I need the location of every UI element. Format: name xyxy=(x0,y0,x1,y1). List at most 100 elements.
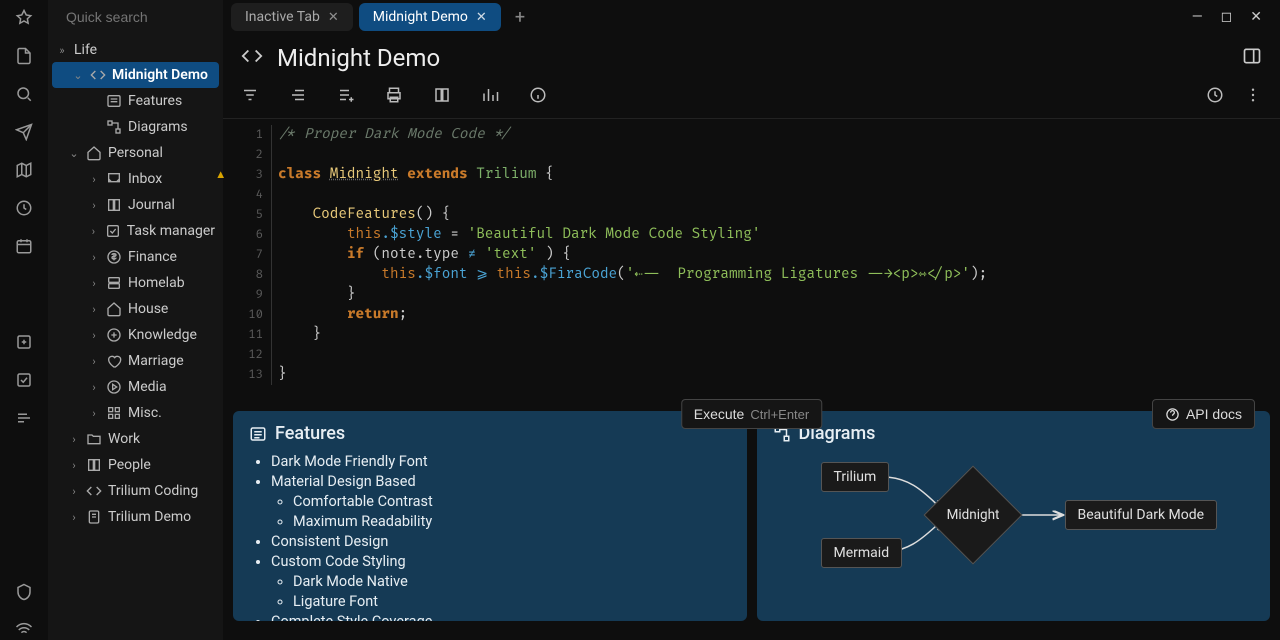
tree-node-features[interactable]: Features xyxy=(48,88,223,114)
execute-button[interactable]: Execute Ctrl+Enter xyxy=(681,399,822,429)
note-toolbar xyxy=(223,80,1280,119)
page-title: Midnight Demo xyxy=(277,44,440,72)
diagram-node-mermaid: Mermaid xyxy=(821,538,903,568)
feature-item: Custom Code StylingDark Mode NativeLigat… xyxy=(271,552,731,612)
chevron-right-icon: › xyxy=(88,329,100,342)
chevron-right-icon: › xyxy=(68,459,80,472)
tree-node-trilium-demo[interactable]: ›Trilium Demo xyxy=(48,504,223,530)
tab-active[interactable]: Midnight Demo ✕ xyxy=(359,3,501,31)
task-add-icon[interactable] xyxy=(14,332,34,352)
tree-node-personal[interactable]: ⌄ Personal xyxy=(48,140,223,166)
tree-node-homelab[interactable]: ›Homelab xyxy=(48,270,223,296)
tree-node-finance[interactable]: ›Finance xyxy=(48,244,223,270)
revisions-icon[interactable] xyxy=(1206,86,1224,108)
line-gutter: ▲ 12345678910111213 xyxy=(241,125,271,385)
search-input[interactable] xyxy=(66,9,247,25)
chevron-down-icon: ⌄ xyxy=(68,147,80,160)
chevron-right-icon: › xyxy=(88,277,100,290)
add-list-icon[interactable] xyxy=(337,86,355,108)
send-icon[interactable] xyxy=(14,122,34,142)
minimize-icon[interactable]: — xyxy=(1192,9,1203,25)
chevron-right-icon: › xyxy=(88,225,99,238)
chevron-right-icon: › xyxy=(88,355,100,368)
close-icon[interactable]: ✕ xyxy=(476,10,487,25)
tree-node-people[interactable]: ›People xyxy=(48,452,223,478)
logo-icon[interactable] xyxy=(14,8,34,28)
tree-node-media[interactable]: ›Media xyxy=(48,374,223,400)
more-icon[interactable] xyxy=(1244,86,1262,108)
wifi-icon[interactable] xyxy=(14,620,34,640)
print-icon[interactable] xyxy=(385,86,403,108)
home-icon xyxy=(86,144,102,162)
new-tab-button[interactable]: + xyxy=(507,3,533,32)
calendar-icon[interactable] xyxy=(14,236,34,256)
chevron-right-icon: › xyxy=(88,173,100,186)
chevron-right-icon: › xyxy=(88,199,100,212)
note-tree: » Life ⌄ Midnight Demo Features Diagrams… xyxy=(48,0,223,640)
chevron-down-icon: ⌄ xyxy=(72,69,84,82)
diagrams-panel: Diagrams Trilium Mermaid Midnight Beauti… xyxy=(757,411,1271,621)
features-panel: Features Dark Mode Friendly FontMaterial… xyxy=(233,411,747,621)
feature-item: Consistent Design xyxy=(271,532,731,552)
filter-icon[interactable] xyxy=(241,86,259,108)
chart-icon[interactable] xyxy=(481,86,499,108)
tree-node-misc.[interactable]: ›Misc. xyxy=(48,400,223,426)
tree-node-midnight-demo[interactable]: ⌄ Midnight Demo xyxy=(52,62,219,88)
tree-root-life[interactable]: » Life xyxy=(48,38,223,62)
close-icon[interactable]: ✕ xyxy=(328,10,339,25)
chevron-double-icon: » xyxy=(56,44,68,57)
chevron-right-icon: › xyxy=(88,251,100,264)
tree-node-work[interactable]: ›Work xyxy=(48,426,223,452)
tree-node-house[interactable]: ›House xyxy=(48,296,223,322)
history-icon[interactable] xyxy=(14,198,34,218)
list-icon xyxy=(249,425,267,443)
diagram-icon xyxy=(106,118,122,136)
checklist-icon[interactable] xyxy=(14,370,34,390)
tree-node-diagrams[interactable]: Diagrams xyxy=(48,114,223,140)
indent-icon[interactable] xyxy=(289,86,307,108)
tab-bar: Inactive Tab ✕ Midnight Demo ✕ + — ◻ ✕ xyxy=(223,0,1280,34)
tree-node-marriage[interactable]: ›Marriage xyxy=(48,348,223,374)
format-icon[interactable] xyxy=(14,408,34,428)
quick-search[interactable] xyxy=(48,0,223,34)
feature-subitem: Ligature Font xyxy=(293,592,731,612)
close-window-icon[interactable]: ✕ xyxy=(1250,9,1262,25)
diagram-node-trilium: Trilium xyxy=(821,462,890,492)
split-icon[interactable] xyxy=(1242,46,1262,70)
feature-item: Dark Mode Friendly Font xyxy=(271,452,731,472)
chevron-right-icon: › xyxy=(68,433,80,446)
maximize-icon[interactable]: ◻ xyxy=(1221,9,1233,25)
feature-subitem: Dark Mode Native xyxy=(293,572,731,592)
tree-node-task-manager[interactable]: ›Task manager xyxy=(48,218,223,244)
tree-node-knowledge[interactable]: ›Knowledge xyxy=(48,322,223,348)
warning-icon: ▲ xyxy=(217,165,224,185)
feature-item: Material Design BasedComfortable Contras… xyxy=(271,472,731,532)
feature-item: Complete Style Coverage xyxy=(271,612,731,621)
code-editor[interactable]: ▲ 12345678910111213 /* Proper Dark Mode … xyxy=(241,125,1262,385)
chevron-right-icon: › xyxy=(88,303,100,316)
code-icon xyxy=(90,66,106,84)
search-icon[interactable] xyxy=(14,84,34,104)
feature-subitem: Maximum Readability xyxy=(293,512,731,532)
icon-rail xyxy=(0,0,48,640)
chevron-right-icon: › xyxy=(68,511,80,524)
chevron-right-icon: › xyxy=(88,381,100,394)
new-note-icon[interactable] xyxy=(14,46,34,66)
chevron-right-icon: › xyxy=(88,407,100,420)
info-icon[interactable] xyxy=(529,86,547,108)
book-icon[interactable] xyxy=(433,86,451,108)
tab-inactive[interactable]: Inactive Tab ✕ xyxy=(231,3,353,31)
tree-node-journal[interactable]: ›Journal xyxy=(48,192,223,218)
title-bar: Midnight Demo xyxy=(223,34,1280,80)
api-docs-button[interactable]: API docs xyxy=(1152,399,1255,429)
feature-subitem: Comfortable Contrast xyxy=(293,492,731,512)
chevron-right-icon: › xyxy=(68,485,80,498)
main-area: Inactive Tab ✕ Midnight Demo ✕ + — ◻ ✕ M… xyxy=(223,0,1280,640)
shield-icon[interactable] xyxy=(14,582,34,602)
diagram-node-output: Beautiful Dark Mode xyxy=(1065,500,1218,530)
list-icon xyxy=(106,92,122,110)
map-icon[interactable] xyxy=(14,160,34,180)
tree-node-inbox[interactable]: ›Inbox xyxy=(48,166,223,192)
tree-node-trilium-coding[interactable]: ›Trilium Coding xyxy=(48,478,223,504)
code-icon xyxy=(241,45,263,71)
